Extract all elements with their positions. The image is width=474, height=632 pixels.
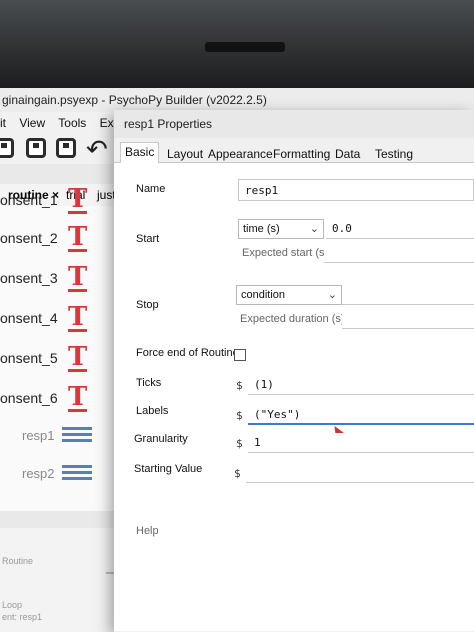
force-end-checkbox[interactable]	[234, 349, 246, 361]
stop-type-value: condition	[241, 289, 286, 301]
starting-value-dollar: $	[234, 467, 241, 480]
start-type-value: time (s)	[243, 223, 280, 235]
labels-field[interactable]: ("Yes")	[248, 405, 474, 425]
save-as-icon[interactable]	[56, 138, 76, 158]
component-label: onsent_5	[0, 350, 58, 366]
component-row[interactable]: onsent_1 T	[0, 182, 120, 220]
webcam-notch	[205, 42, 285, 52]
component-label: onsent_6	[0, 390, 58, 406]
open-icon[interactable]	[0, 138, 14, 158]
stop-label: Stop	[136, 299, 159, 311]
granularity-field[interactable]: 1	[248, 433, 474, 453]
dialog-title: resp1 Properties	[114, 110, 474, 138]
tab-appearance[interactable]: Appearance	[203, 144, 278, 163]
expected-duration-label: Expected duration (s)	[240, 313, 345, 325]
expected-start-label: Expected start (s)	[242, 247, 329, 259]
chevron-down-icon: ⌄	[327, 289, 337, 301]
text-component-icon: T	[68, 222, 88, 252]
dialog-tabs: Basic Layout Appearance Formatting Data …	[114, 138, 474, 164]
text-component-icon: T	[68, 262, 88, 292]
text-component-icon: T	[68, 342, 88, 372]
main-window-title: ginaingain.psyexp - PsychoPy Builder (v2…	[0, 88, 474, 112]
component-label: resp1	[22, 428, 55, 443]
component-row[interactable]: onsent_6 T	[0, 380, 120, 418]
starting-value-label: Starting Value	[134, 463, 203, 475]
expected-duration-field[interactable]	[342, 309, 474, 329]
ticks-label: Ticks	[136, 377, 162, 389]
component-row[interactable]: onsent_2 T	[0, 220, 120, 258]
text-component-icon: T	[68, 184, 88, 214]
toolbar: ↶	[0, 134, 120, 164]
labels-dollar: $	[236, 409, 243, 422]
component-row[interactable]: onsent_5 T	[0, 340, 120, 378]
flow-routine-label: Routine	[2, 556, 34, 566]
name-field[interactable]: resp1	[238, 179, 474, 201]
ticks-dollar: $	[236, 379, 243, 392]
text-component-icon: T	[68, 382, 88, 412]
help-link[interactable]: Help	[136, 525, 159, 537]
component-label: onsent_3	[0, 270, 58, 286]
menu-edit[interactable]: it	[0, 116, 6, 130]
tab-data[interactable]: Data	[330, 144, 365, 163]
slider-component-icon	[62, 462, 92, 486]
stop-value-field[interactable]	[342, 285, 474, 305]
flow-event-label: ent: resp1	[2, 612, 43, 622]
menu-view[interactable]: View	[19, 116, 45, 130]
save-icon[interactable]	[26, 138, 46, 158]
starting-value-field[interactable]	[246, 463, 474, 483]
screen: ginaingain.psyexp - PsychoPy Builder (v2…	[0, 88, 474, 632]
start-label: Start	[136, 233, 160, 245]
component-label: resp2	[22, 466, 55, 481]
labels-label: Labels	[136, 405, 169, 417]
chevron-down-icon: ⌄	[309, 223, 319, 235]
slider-component-icon	[62, 424, 92, 448]
component-row[interactable]: onsent_4 T	[0, 300, 120, 338]
expected-start-field[interactable]	[324, 243, 474, 263]
component-label: onsent_2	[0, 230, 58, 246]
menu-tools[interactable]: Tools	[58, 116, 86, 130]
tab-basic[interactable]: Basic	[120, 142, 160, 164]
ticks-field[interactable]: (1)	[248, 375, 474, 395]
start-type-select[interactable]: time (s) ⌄	[238, 219, 324, 239]
granularity-dollar: $	[236, 437, 243, 450]
dialog-body: Name resp1 time (s) ⌄ 0.0 Start Expected…	[114, 163, 474, 631]
properties-dialog: resp1 Properties Basic Layout Appearance…	[114, 110, 474, 632]
force-end-label: Force end of Routine	[136, 347, 239, 359]
flow-loop-label: Loop	[2, 600, 23, 610]
component-row[interactable]: resp2	[0, 456, 120, 494]
stop-type-select[interactable]: condition ⌄	[236, 285, 342, 305]
granularity-label: Granularity	[134, 433, 188, 445]
tab-layout[interactable]: Layout	[162, 144, 208, 163]
tab-formatting[interactable]: Formatting	[268, 144, 335, 163]
routine-components: onsent_1 T onsent_2 T onsent_3 T onsent_…	[0, 184, 120, 511]
component-label: onsent_1	[0, 192, 58, 208]
component-row[interactable]: resp1	[0, 418, 120, 456]
undo-icon[interactable]: ↶	[86, 134, 108, 164]
laptop-bezel	[0, 0, 474, 88]
component-row[interactable]: onsent_3 T	[0, 260, 120, 298]
tab-testing[interactable]: Testing	[370, 144, 418, 163]
name-label: Name	[136, 183, 166, 195]
component-label: onsent_4	[0, 310, 58, 326]
text-component-icon: T	[68, 302, 88, 332]
start-value-field[interactable]: 0.0	[326, 219, 474, 239]
